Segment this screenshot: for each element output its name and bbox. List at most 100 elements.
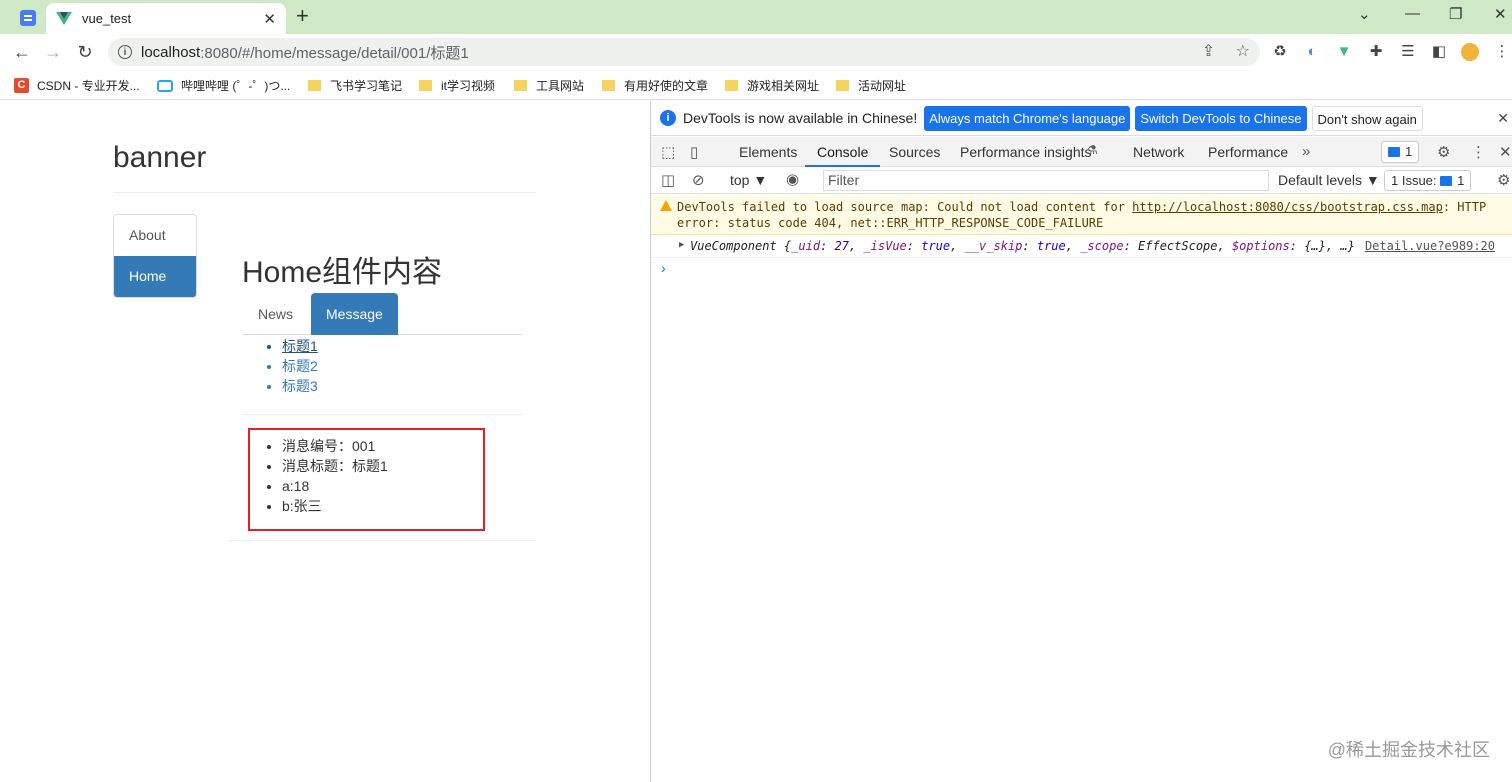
dont-show-again-button[interactable]: Don't show again <box>1311 105 1423 131</box>
address-bar[interactable]: i localhost:8080/#/home/message/detail/0… <box>108 38 1260 66</box>
folder-icon <box>514 80 527 91</box>
issues-count: 1 <box>1457 173 1465 188</box>
chrome-menu-icon[interactable]: ⋮ <box>1493 43 1511 61</box>
close-infobar-icon[interactable]: ✕ <box>1497 110 1509 127</box>
clear-console-icon[interactable]: ⊘ <box>692 171 705 189</box>
folder-icon <box>602 80 615 91</box>
tab-search-icon[interactable]: ⌄ <box>1358 5 1371 23</box>
bookmark-folder[interactable]: it学习视频 <box>419 77 495 94</box>
log-object-preview[interactable]: VueComponent {_uid: 27, _isVue: true, __… <box>690 239 1355 253</box>
new-tab-button[interactable]: + <box>296 5 309 27</box>
recycle-extension-icon[interactable]: ♻ <box>1271 43 1289 61</box>
tab-console[interactable]: Console <box>805 137 881 167</box>
console-filter-input[interactable]: Filter <box>823 170 1269 191</box>
log-key: _scope <box>1080 239 1124 253</box>
console-log-row[interactable]: ▶ VueComponent {_uid: 27, _isVue: true, … <box>651 236 1512 258</box>
log-value: true <box>921 239 951 253</box>
message-link[interactable]: 标题3 <box>282 376 318 396</box>
bookmark-folder[interactable]: 有用好使的文章 <box>602 77 708 94</box>
device-toolbar-icon[interactable]: ▯ <box>690 143 698 161</box>
info-icon: i <box>660 110 676 126</box>
page-viewport: banner About Home Home组件内容 News Message … <box>0 101 650 782</box>
vue-devtools-extension-icon[interactable]: ▼ <box>1335 43 1353 61</box>
bookmark-folder[interactable]: 飞书学习笔记 <box>308 77 402 94</box>
context-selector[interactable]: top ▼ <box>730 172 767 188</box>
messages-badge[interactable]: 1 <box>1381 141 1420 163</box>
issues-label: 1 Issue: <box>1391 173 1437 188</box>
watermark: @稀土掘金技术社区 <box>1327 740 1490 760</box>
message-link[interactable]: 标题2 <box>282 356 318 376</box>
message-list: 标题1 标题2 标题3 <box>282 336 318 396</box>
tab-performance[interactable]: Performance <box>1208 137 1288 167</box>
bookmark-bilibili[interactable]: 哔哩哔哩 (゜-゜)つ... <box>157 77 290 94</box>
close-window-button[interactable]: ✕ <box>1494 5 1507 23</box>
tab-performance-insights[interactable]: Performance insights <box>960 137 1092 167</box>
folder-icon <box>308 80 321 91</box>
inspect-element-icon[interactable]: ⬚ <box>661 143 675 161</box>
tab-news[interactable]: News <box>243 293 308 335</box>
bookmark-folder[interactable]: 游戏相关网址 <box>725 77 819 94</box>
reading-list-icon[interactable]: ☰ <box>1399 43 1417 61</box>
settings-gear-icon[interactable]: ⚙ <box>1437 143 1450 161</box>
console-prompt-icon[interactable]: › <box>661 260 666 276</box>
bookmark-csdn[interactable]: C CSDN - 专业开发... <box>14 77 140 94</box>
maximize-button[interactable]: ❐ <box>1449 5 1462 23</box>
extension-circle-icon[interactable]: ◐ <box>1303 43 1321 61</box>
flask-icon: ⚗ <box>1087 143 1098 157</box>
always-match-language-button[interactable]: Always match Chrome's language <box>924 105 1131 131</box>
tab-sources[interactable]: Sources <box>889 137 940 167</box>
docs-icon <box>20 10 36 26</box>
message-link[interactable]: 标题1 <box>282 336 318 356</box>
site-info-icon[interactable]: i <box>118 45 132 59</box>
close-devtools-icon[interactable]: ✕ <box>1499 143 1512 161</box>
warning-icon <box>660 200 672 211</box>
pinned-tab[interactable] <box>12 6 44 30</box>
issues-badge[interactable]: 1 Issue: 1 <box>1384 170 1472 191</box>
console-settings-icon[interactable]: ⚙ <box>1497 171 1510 189</box>
extensions-puzzle-icon[interactable]: ✚ <box>1367 43 1385 61</box>
tab-elements[interactable]: Elements <box>739 137 797 167</box>
url-path: :8080/#/home/message/detail/001/标题1 <box>200 44 469 62</box>
detail-a: a:18 <box>282 476 388 496</box>
folder-icon <box>419 80 432 91</box>
devtools-tab-bar: ⬚ ▯ Elements Console Sources Performance… <box>651 137 1512 167</box>
source-map-link[interactable]: http://localhost:8080/css/bootstrap.css.… <box>1132 200 1443 214</box>
browser-toolbar: ← → ↻ i localhost:8080/#/home/message/de… <box>0 34 1512 70</box>
bookmark-star-icon[interactable]: ☆ <box>1236 43 1250 60</box>
log-key: __v_skip <box>964 239 1023 253</box>
side-nav-item-about[interactable]: About <box>114 215 196 256</box>
back-arrow-icon[interactable]: ← <box>10 40 34 64</box>
switch-to-chinese-button[interactable]: Switch DevTools to Chinese <box>1135 105 1307 131</box>
bookmark-folder[interactable]: 工具网站 <box>514 77 584 94</box>
tab-message[interactable]: Message <box>311 293 398 335</box>
side-panel-icon[interactable]: ◧ <box>1430 43 1448 61</box>
bookmark-label: 游戏相关网址 <box>747 79 820 93</box>
more-tabs-icon[interactable]: » <box>1302 143 1310 160</box>
log-value: 27 <box>834 239 849 253</box>
minimize-button[interactable]: — <box>1405 5 1420 22</box>
sidebar-toggle-icon[interactable]: ◫ <box>661 171 675 189</box>
close-tab-icon[interactable]: ✕ <box>263 10 276 28</box>
message-detail-list: 消息编号：001 消息标题：标题1 a:18 b:张三 <box>282 436 388 516</box>
expand-triangle-icon[interactable]: ▶ <box>679 240 684 250</box>
bookmark-label: CSDN - 专业开发... <box>37 79 140 93</box>
forward-arrow-icon[interactable]: → <box>41 40 65 64</box>
log-levels-dropdown[interactable]: Default levels ▼ <box>1278 172 1380 188</box>
log-source-link[interactable]: Detail.vue?e989:20 <box>1365 239 1495 253</box>
log-value: EffectScope <box>1138 239 1218 253</box>
active-browser-tab[interactable]: vue_test ✕ <box>46 3 286 34</box>
bookmark-folder[interactable]: 活动网址 <box>836 77 906 94</box>
tab-network[interactable]: Network <box>1133 137 1184 167</box>
log-levels-value: Default levels <box>1278 172 1363 188</box>
bookmark-label: 哔哩哔哩 (゜-゜)つ... <box>181 79 291 93</box>
tab-title: vue_test <box>82 11 132 26</box>
profile-avatar[interactable] <box>1461 43 1479 61</box>
customize-menu-icon[interactable]: ⋮ <box>1471 143 1486 161</box>
live-expression-eye-icon[interactable]: ◉ <box>786 170 799 188</box>
reload-icon[interactable]: ↻ <box>73 40 97 64</box>
folder-icon <box>725 80 738 91</box>
log-value: true <box>1036 239 1066 253</box>
share-icon[interactable]: ⇪ <box>1202 43 1215 60</box>
bookmark-label: 飞书学习笔记 <box>330 79 403 93</box>
side-nav-item-home[interactable]: Home <box>114 256 196 297</box>
